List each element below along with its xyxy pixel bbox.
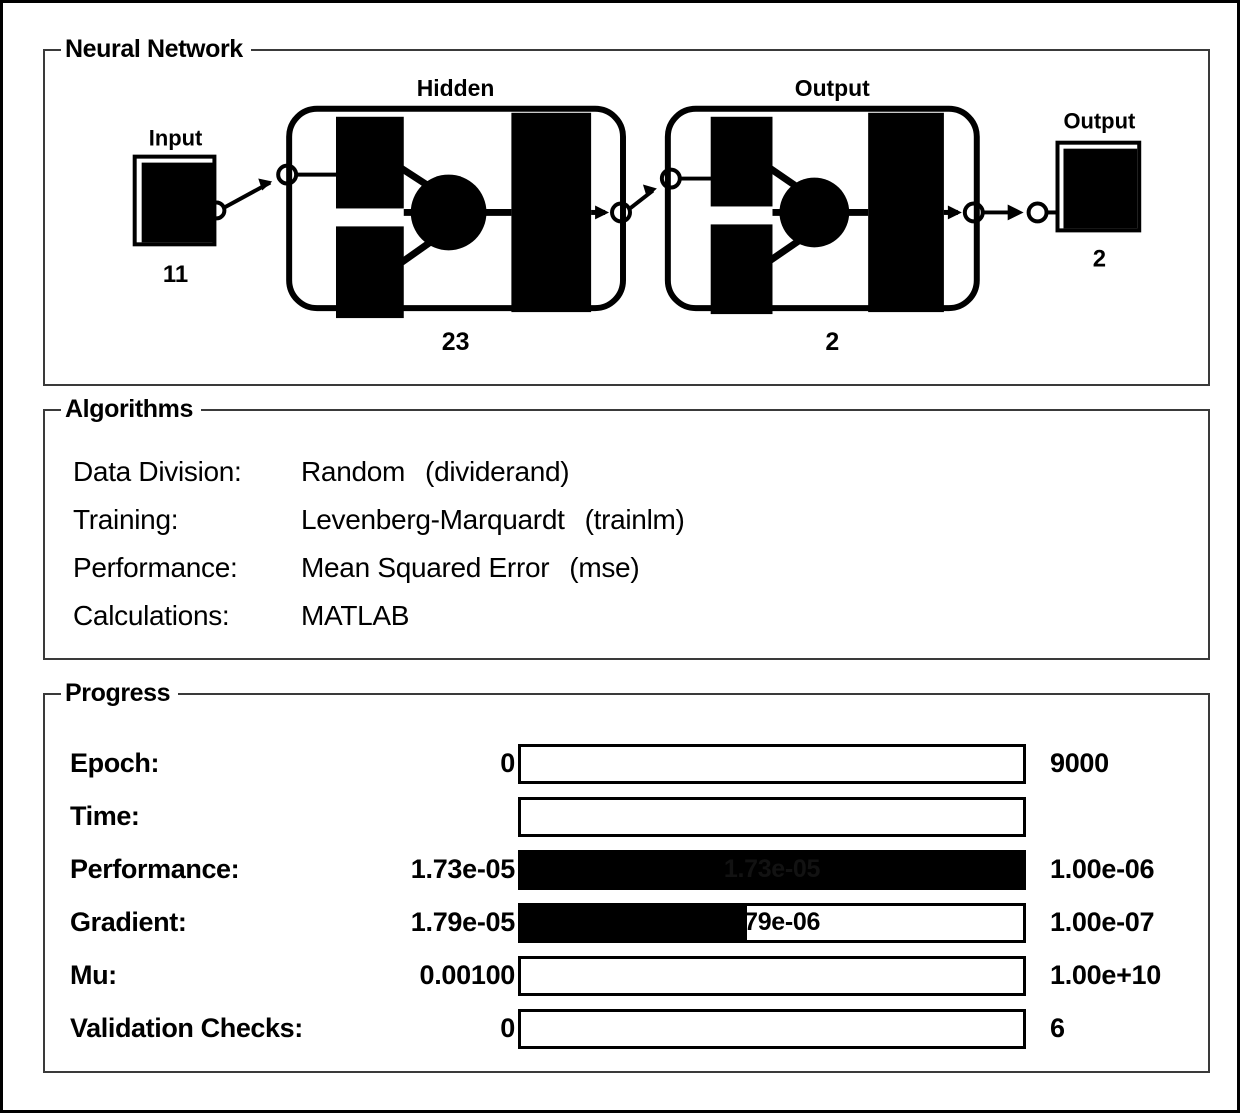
algorithm-value: Random: [301, 456, 406, 487]
progress-label: Validation Checks:: [70, 1013, 303, 1043]
progress-target-value: 6: [1050, 1013, 1065, 1043]
progress-label: Epoch:: [70, 748, 160, 778]
algorithm-row: Data Division: Random (dividerand): [73, 456, 1173, 504]
algorithm-row: Training: Levenberg-Marquardt (trainlm): [73, 504, 1173, 552]
progress-current-value: 1.73e-05: [410, 854, 516, 884]
algorithm-label: Data Division:: [73, 456, 242, 487]
progress-current-value: 0.00100: [419, 960, 516, 990]
algorithm-label: Performance:: [73, 552, 238, 583]
progress-bar-text: 0:00:00: [729, 802, 815, 830]
algorithms-panel-title: Algorithms: [61, 395, 201, 423]
svg-text:Output: Output: [1063, 109, 1135, 134]
progress-rows: Epoch: 0 5 iterations 9000 Time: 0:00:00 Perfo…: [45, 737, 1208, 1055]
progress-current-value: 1.79e-05: [410, 907, 516, 937]
progress-label: Performance:: [70, 854, 240, 884]
algorithm-value: MATLAB: [301, 600, 410, 631]
svg-text:Input: Input: [149, 126, 203, 151]
algorithm-row: Calculations: MATLAB: [73, 600, 1173, 648]
progress-panel-title: Progress: [61, 679, 179, 707]
algorithm-function-name: (mse): [569, 552, 640, 583]
algorithms-list: Data Division: Random (dividerand) Training…: [73, 456, 1173, 648]
algorithm-label: Calculations:: [73, 600, 230, 631]
network-architecture-diagram: Input 11 Hidden 23 Output 2 Output 2: [132, 75, 1142, 356]
svg-text:2: 2: [825, 328, 839, 356]
neural-network-panel: Neural Network Input 11 Hidden 23 Output…: [43, 35, 1210, 386]
progress-bar: 5 iterations: [518, 743, 1026, 784]
svg-text:Output: Output: [795, 75, 870, 101]
progress-panel: Progress Epoch: 0 5 iterations 9000 Time: 0:0…: [43, 679, 1210, 1073]
progress-bar: 0:00:00: [518, 796, 1026, 837]
input-block: Input 11: [132, 126, 217, 288]
progress-target-value: 1.00e-06: [1050, 854, 1155, 884]
progress-row: Mu: 0.00100 1.00e-07 1.00e+10: [45, 949, 1208, 1002]
neural-network-training-window: Neural Network Input 11 Hidden 23 Output…: [0, 0, 1240, 1113]
svg-text:Hidden: Hidden: [417, 75, 495, 101]
progress-target-value: 1.00e+10: [1050, 960, 1161, 990]
output-layer-block: Output 2: [664, 75, 980, 356]
algorithm-row: Performance: Mean Squared Error (mse): [73, 552, 1173, 600]
progress-bar: 1.79e-06: [518, 902, 1026, 943]
progress-row: Time: 0:00:00: [45, 790, 1208, 843]
progress-bar: 1.73e-05: [518, 849, 1026, 890]
algorithms-panel: Algorithms Data Division: Random (dividera…: [43, 395, 1210, 660]
progress-bar: 0: [518, 1008, 1026, 1049]
progress-current-value: 0: [500, 748, 515, 778]
progress-bar-text: 1.73e-05: [723, 855, 821, 883]
progress-row: Validation Checks: 0 0 6: [45, 1002, 1208, 1055]
progress-current-value: 0: [500, 1013, 515, 1043]
algorithm-value: Mean Squared Error: [301, 552, 550, 583]
svg-text:11: 11: [163, 261, 188, 288]
progress-label: Mu:: [70, 960, 117, 990]
progress-row: Performance: 1.73e-05 1.73e-05 1.00e-06: [45, 843, 1208, 896]
algorithm-value: Levenberg-Marquardt: [301, 504, 565, 535]
hidden-to-output-connection: [591, 167, 715, 224]
svg-text:2: 2: [1093, 245, 1106, 272]
input-to-hidden-connection: [206, 163, 336, 221]
progress-bar-text: 1.79e-06: [723, 908, 821, 936]
algorithm-function-name: (trainlm): [584, 504, 685, 535]
output-block: Output 2: [1055, 109, 1142, 272]
hidden-layer-block: Hidden 23: [286, 75, 626, 356]
progress-bar: 1.00e-07: [518, 955, 1026, 996]
progress-bar-text: 5 iterations: [707, 749, 837, 777]
svg-text:23: 23: [442, 328, 470, 356]
progress-label: Time:: [70, 801, 140, 831]
output-to-result-connection: [943, 201, 1058, 224]
progress-bar-text: 1.00e-07: [723, 961, 821, 989]
progress-label: Gradient:: [70, 907, 187, 937]
progress-target-value: 9000: [1050, 748, 1109, 778]
algorithm-function-name: (dividerand): [425, 456, 570, 487]
progress-target-value: 1.00e-07: [1050, 907, 1155, 937]
progress-row: Epoch: 0 5 iterations 9000: [45, 737, 1208, 790]
progress-row: Gradient: 1.79e-05 1.79e-06 1.00e-07: [45, 896, 1208, 949]
progress-bar-text: 0: [765, 1014, 779, 1042]
algorithm-label: Training:: [73, 504, 179, 535]
